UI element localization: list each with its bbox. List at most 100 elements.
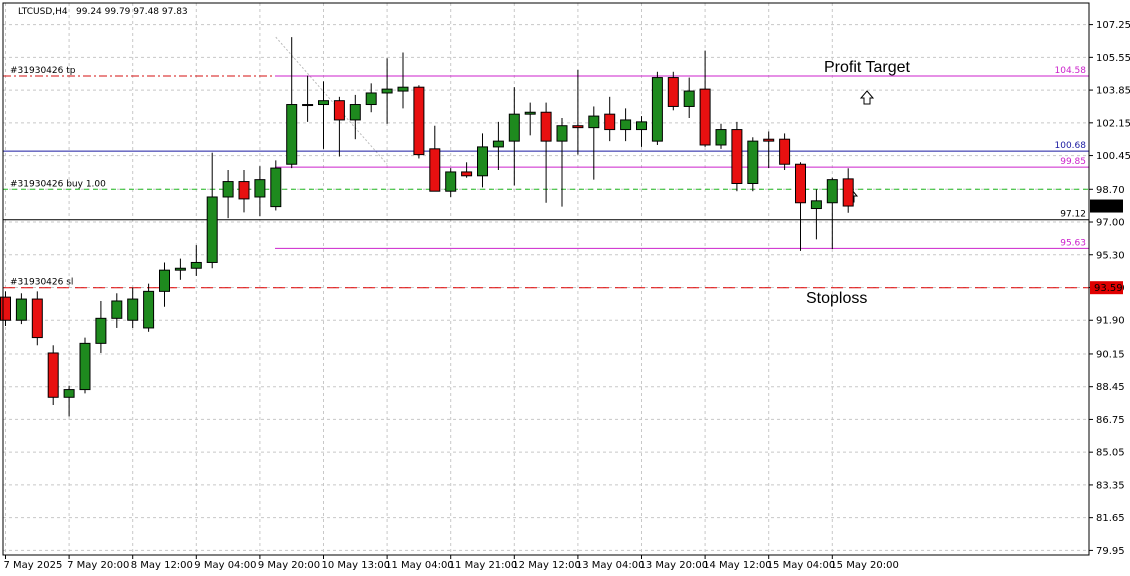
bear-candle (779, 138, 791, 165)
bid-axis-label: 97.83 (1094, 202, 1123, 213)
candles (0, 37, 854, 417)
bull-candle (588, 115, 600, 129)
bull-candle (206, 196, 218, 263)
y-tick-label: 100.45 (1096, 151, 1130, 162)
x-tick-label: 15 May 20:00 (830, 560, 899, 571)
mag_lower-price-tag: 95.63 (1060, 238, 1086, 248)
bull-candle (620, 119, 632, 131)
y-tick-label: 95.30 (1096, 250, 1125, 261)
x-tick-label: 9 May 04:00 (194, 560, 256, 571)
x-tick-label: 7 May 20:00 (67, 560, 129, 571)
x-tick-label: 10 May 13:00 (322, 560, 391, 571)
y-tick-label: 81.65 (1096, 513, 1125, 524)
bull-candle (826, 179, 838, 204)
sl-level-label: #31930426 sl (10, 278, 73, 288)
y-tick-label: 86.75 (1096, 415, 1125, 426)
chart-canvas[interactable]: #31930426 tp #31930426 buy 1.00 #31930426 … (0, 0, 1130, 576)
x-tick-label: 7 May 2025 (4, 560, 63, 571)
bull-candle (556, 125, 568, 142)
y-tick-label: 97.00 (1096, 218, 1125, 229)
y-tick-label: 90.15 (1096, 349, 1125, 360)
bear-candle (731, 129, 743, 184)
blue-price-tag: 100.68 (1055, 141, 1087, 151)
bull-candle (715, 129, 727, 146)
bull-candle (190, 261, 202, 269)
bull-candle (143, 290, 155, 329)
x-tick-label: 11 May 04:00 (385, 560, 454, 571)
bear-candle (540, 111, 552, 142)
bear-candle (795, 163, 806, 204)
bull-candle (445, 171, 457, 192)
bear-candle (461, 171, 473, 177)
x-tick-label: 13 May 20:00 (640, 560, 709, 571)
y-tick-label: 88.45 (1096, 382, 1125, 393)
stoploss-annotation: Stoploss (806, 290, 867, 307)
bull-candle (651, 77, 663, 142)
x-tick-label: 9 May 20:00 (258, 560, 320, 571)
y-tick-label: 91.90 (1096, 316, 1125, 327)
bull-candle (222, 181, 234, 198)
bull-candle (524, 111, 536, 115)
bear-candle (763, 138, 775, 142)
bull-candle (79, 342, 91, 391)
bull-candle (270, 167, 282, 208)
y-tick-label: 98.70 (1096, 185, 1125, 196)
tp-level-label: #31930426 tp (10, 66, 76, 76)
bull-candle (15, 298, 27, 321)
y-tick-label: 85.05 (1096, 448, 1125, 459)
bear-candle (31, 298, 43, 339)
y-tick-label: 79.95 (1096, 546, 1125, 557)
bull-candle (318, 100, 329, 106)
bull-candle (477, 146, 488, 177)
bear-candle (333, 100, 345, 121)
bull-candle (397, 86, 409, 92)
bull-candle (349, 104, 361, 121)
buy-arrow-icon (859, 90, 875, 105)
ohlc-readout: 99.24 99.79 97.48 97.83 (76, 7, 188, 17)
bull-candle (63, 389, 75, 398)
bull-candle (683, 90, 695, 107)
mag_upper-price-tag: 99.85 (1060, 157, 1086, 167)
symbol-label: LTCUSD,H4 (18, 7, 68, 17)
bear-candle (604, 113, 616, 131)
bull-candle (365, 92, 377, 106)
bear-candle (429, 148, 441, 192)
x-tick-label: 11 May 21:00 (449, 560, 518, 571)
bear-candle (238, 181, 250, 200)
bear-candle (572, 125, 584, 129)
sl-axis-label: 93.59 (1094, 283, 1123, 294)
bull-candle (747, 140, 759, 184)
bull-candle (810, 200, 822, 210)
y-tick-label: 103.85 (1096, 86, 1130, 97)
bear-candle (842, 178, 854, 207)
y-tick-label: 107.25 (1096, 20, 1130, 31)
bear-candle (47, 352, 59, 398)
bull-candle (111, 300, 123, 319)
x-tick-label: 12 May 12:00 (512, 560, 581, 571)
bull-candle (508, 113, 520, 142)
bull-candle (95, 317, 107, 344)
bull-candle (159, 269, 170, 292)
y-tick-label: 83.35 (1096, 480, 1125, 491)
bull-candle (254, 179, 266, 198)
bull-candle (381, 88, 393, 94)
bear-candle (413, 86, 425, 156)
x-tick-label: 13 May 04:00 (576, 560, 645, 571)
bull-candle (302, 104, 314, 107)
bull-candle (636, 121, 647, 131)
x-tick-label: 8 May 12:00 (131, 560, 193, 571)
bear-candle (699, 88, 711, 146)
black-price-tag: 97.12 (1060, 210, 1086, 220)
x-tick-label: 15 May 04:00 (767, 560, 836, 571)
tp-price-tag: 104.58 (1055, 66, 1087, 76)
bull-candle (174, 267, 186, 271)
bear-candle (0, 296, 11, 321)
bull-candle (286, 104, 298, 165)
entry-level-label: #31930426 buy 1.00 (10, 179, 106, 189)
x-tick-label: 14 May 12:00 (703, 560, 772, 571)
y-tick-label: 105.55 (1096, 53, 1130, 64)
bull-candle (127, 298, 139, 321)
y-tick-label: 102.15 (1096, 118, 1130, 129)
bear-candle (667, 77, 679, 107)
profit-target-annotation: Profit Target (824, 59, 911, 76)
